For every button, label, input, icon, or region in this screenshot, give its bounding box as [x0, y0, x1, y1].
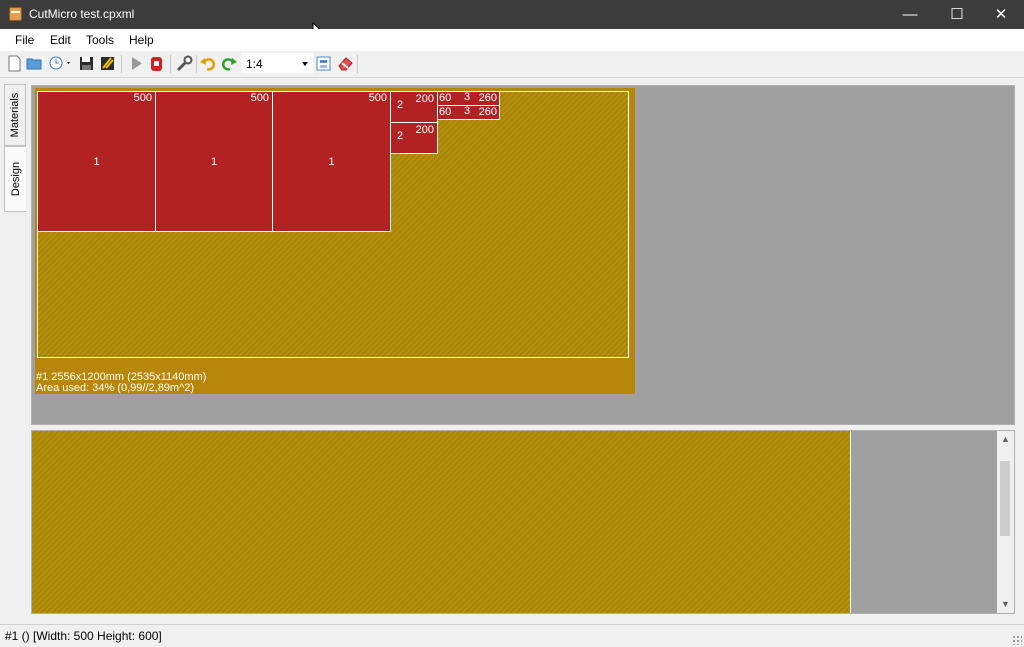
tab-materials-label: Materials: [9, 92, 21, 138]
scroll-down-icon[interactable]: ▼: [997, 596, 1014, 613]
menu-tools[interactable]: Tools: [86, 33, 114, 47]
sheet-info: #1 2556x1200mm (2535x1140mm) Area used: …: [36, 372, 206, 394]
undo-icon[interactable]: [199, 55, 216, 72]
zoom-select[interactable]: 1:4: [241, 53, 313, 73]
maximize-button[interactable]: ☐: [934, 0, 980, 29]
part-width-label: 200: [415, 124, 434, 136]
part-id-label: 2: [397, 130, 404, 142]
stop-icon[interactable]: [148, 55, 165, 72]
app-icon: [9, 7, 22, 21]
part-width-label: 500: [250, 92, 269, 104]
part-width-label: 260: [478, 92, 497, 104]
toolbar-separator: [121, 55, 122, 73]
menu-bar: File Edit Tools Help: [0, 29, 1024, 51]
sheet-preview[interactable]: [32, 431, 851, 613]
scroll-up-icon[interactable]: ▲: [997, 431, 1014, 448]
part-2b[interactable]: 200 2 130: [390, 122, 438, 154]
title-bar: CutMicro test.cpxml — ☐ ✕: [0, 0, 1024, 29]
open-folder-icon[interactable]: [26, 55, 43, 72]
preview-view[interactable]: ▲ ▼: [31, 430, 1015, 614]
part-id-label: 3: [464, 91, 471, 103]
zoom-value: 1:4: [246, 57, 263, 71]
part-width-label: 500: [368, 92, 387, 104]
window-title: CutMicro test.cpxml: [29, 7, 135, 21]
menu-edit[interactable]: Edit: [50, 33, 71, 47]
part-3a[interactable]: 60 3 260: [437, 91, 500, 106]
part-width-label: 500: [133, 92, 152, 104]
part-id-label: 1: [93, 156, 100, 168]
part-width-label: 200: [415, 93, 434, 105]
minimize-button[interactable]: —: [887, 0, 933, 29]
toolbar-separator: [357, 55, 358, 73]
sheet-area-used-text: Area used: 34% (0,99//2,89m^2): [36, 382, 195, 394]
menu-help[interactable]: Help: [129, 33, 154, 47]
part-height-label: 60: [439, 106, 452, 118]
part-width-label: 260: [478, 106, 497, 118]
resize-grip-icon[interactable]: [1012, 635, 1022, 645]
save-icon[interactable]: [78, 55, 95, 72]
save-all-icon[interactable]: [99, 55, 116, 72]
side-tabs: Materials Design: [4, 84, 26, 214]
recent-files-icon[interactable]: [48, 55, 74, 72]
part-3b[interactable]: 60 3 260: [437, 105, 500, 120]
toolbar: 1:4: [0, 51, 1024, 76]
status-bar: #1 () [Width: 500 Height: 600]: [0, 624, 1024, 647]
new-file-icon[interactable]: [6, 55, 23, 72]
tab-design-label: Design: [9, 161, 22, 197]
run-icon[interactable]: [128, 55, 145, 72]
status-text: #1 () [Width: 500 Height: 600]: [5, 629, 162, 643]
tab-design[interactable]: Design: [4, 146, 26, 212]
layout-view[interactable]: 500 1 600 500 1 600 500 1 600 200 2 130 …: [31, 85, 1015, 425]
chevron-down-icon: [302, 62, 308, 66]
sheet[interactable]: 500 1 600 500 1 600 500 1 600 200 2 130 …: [35, 88, 635, 394]
menu-file[interactable]: File: [15, 33, 34, 47]
part-1b[interactable]: 500 1 600: [155, 91, 273, 232]
toolbar-separator: [170, 55, 171, 73]
part-id-label: 1: [328, 156, 335, 168]
part-2a[interactable]: 200 2 130: [390, 91, 438, 123]
settings-wrench-icon[interactable]: [176, 55, 193, 72]
part-id-label: 1: [210, 156, 218, 168]
part-id-label: 2: [397, 99, 404, 111]
part-1a[interactable]: 500 1 600: [37, 91, 156, 232]
tab-materials[interactable]: Materials: [4, 84, 26, 146]
fit-view-icon[interactable]: [315, 55, 332, 72]
redo-icon[interactable]: [221, 55, 238, 72]
toolbar-separator: [196, 55, 197, 73]
vertical-scrollbar[interactable]: ▲ ▼: [997, 431, 1014, 613]
close-button[interactable]: ✕: [978, 0, 1024, 29]
part-height-label: 60: [439, 92, 452, 104]
part-1c[interactable]: 500 1 600: [272, 91, 391, 232]
part-id-label: 3: [464, 105, 471, 117]
scroll-thumb[interactable]: [1000, 461, 1010, 536]
eraser-icon[interactable]: [337, 55, 354, 72]
